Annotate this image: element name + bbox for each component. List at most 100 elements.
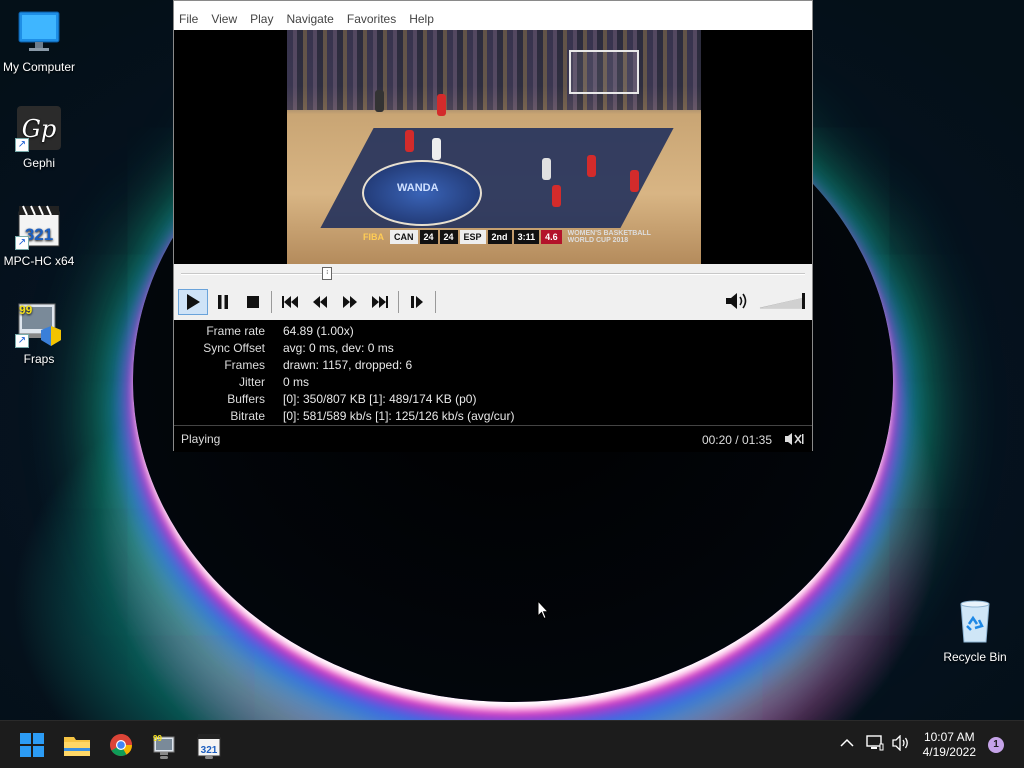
skip-back-button[interactable] — [275, 289, 305, 315]
svg-text:99: 99 — [153, 734, 162, 743]
taskbar-mpc-hc[interactable]: 321 — [193, 729, 225, 761]
stat-value: 64.89 (1.00x) — [283, 324, 354, 338]
menu-file[interactable]: File — [179, 12, 198, 26]
clock-date: 4/19/2022 — [922, 745, 976, 759]
mpc-hc-window: File View Play Navigate Favorites Help W… — [173, 0, 813, 452]
desktop-icon-recycle-bin[interactable]: Recycle Bin — [936, 598, 1014, 664]
status-bar: Playing 00:20 / 01:35 — [174, 425, 812, 452]
desktop-icon-gephi[interactable]: Gp ↗ Gephi — [0, 104, 78, 170]
basket-backboard — [569, 50, 639, 94]
notification-badge[interactable]: 1 — [988, 737, 1004, 753]
pause-button[interactable] — [208, 289, 238, 315]
rewind-button[interactable] — [305, 289, 335, 315]
taskbar: 99 321 10:07 AM 4/19/2022 1 — [0, 720, 1024, 768]
desktop-icon-mpc-hc[interactable]: 321 ↗ MPC-HC x64 — [0, 202, 78, 268]
player-figure — [405, 130, 414, 152]
stat-row-jitter: Jitter 0 ms — [174, 374, 812, 391]
stat-label: Frame rate — [206, 324, 265, 338]
video-area[interactable]: WANDA FIBA CAN 24 24 ESP 2nd 3:11 4.6 WO… — [174, 30, 812, 264]
windows-start-icon — [20, 733, 44, 757]
file-explorer-icon — [64, 737, 90, 756]
mpc-hc-icon: 321 — [197, 734, 221, 757]
toolbar-separator — [271, 291, 272, 313]
playback-time[interactable]: 00:20 / 01:35 — [702, 433, 772, 447]
monitor-icon — [15, 8, 63, 56]
player-figure — [542, 158, 551, 180]
gephi-icon: Gp ↗ — [15, 104, 63, 152]
desktop-icon-label: Fraps — [23, 352, 55, 366]
volume-tray-icon[interactable] — [892, 734, 910, 754]
fraps-icon: 99 — [153, 734, 175, 755]
player-figure — [587, 155, 596, 177]
menu-navigate[interactable]: Navigate — [286, 12, 333, 26]
clock-time: 10:07 AM — [923, 730, 975, 744]
menu-help[interactable]: Help — [409, 12, 434, 26]
court-brand: WANDA — [397, 182, 439, 194]
desktop-icon-label: Gephi — [22, 156, 56, 170]
svg-text:321: 321 — [25, 225, 53, 244]
start-button[interactable] — [16, 729, 48, 761]
scorebug-shot-clock: 4.6 — [541, 230, 562, 244]
taskbar-chrome[interactable] — [105, 729, 137, 761]
toolbar-separator — [398, 291, 399, 313]
stat-label: Buffers — [227, 392, 265, 406]
running-indicator — [205, 756, 213, 759]
scorebug-league: FIBA — [363, 232, 384, 242]
desktop-icon-my-computer[interactable]: My Computer — [0, 8, 78, 74]
stat-value: avg: 0 ms, dev: 0 ms — [283, 341, 394, 355]
seek-handle[interactable]: ⁝ — [322, 267, 333, 280]
seek-bar[interactable]: ⁝ — [174, 264, 812, 284]
seek-track[interactable] — [181, 273, 805, 275]
player-figure — [630, 170, 639, 192]
stat-row-buffers: Buffers [0]: 350/807 KB [1]: 489/174 KB … — [174, 391, 812, 408]
skip-forward-button[interactable] — [365, 289, 395, 315]
taskbar-file-explorer[interactable] — [61, 729, 93, 761]
stat-value: [0]: 350/807 KB [1]: 489/174 KB (p0) — [283, 392, 477, 406]
frame-step-button[interactable] — [402, 289, 432, 315]
fast-forward-button[interactable] — [335, 289, 365, 315]
menu-view[interactable]: View — [211, 12, 237, 26]
play-icon — [187, 294, 200, 310]
referee-figure — [375, 90, 384, 112]
stop-button[interactable] — [238, 289, 268, 315]
rewind-icon — [313, 296, 327, 308]
shortcut-arrow-icon: ↗ — [15, 138, 29, 152]
fraps-icon: 99 ↗ — [15, 300, 63, 348]
stat-label: Jitter — [238, 375, 265, 389]
playback-controls — [174, 284, 812, 320]
menu-play[interactable]: Play — [250, 12, 273, 26]
network-icon[interactable] — [866, 735, 884, 754]
menu-favorites[interactable]: Favorites — [347, 12, 396, 26]
shortcut-arrow-icon: ↗ — [15, 236, 29, 250]
desktop-icon-label: Recycle Bin — [943, 650, 1007, 664]
scorebug-period: 2nd — [487, 230, 512, 244]
stat-row-frame-rate: Frame rate 64.89 (1.00x) — [174, 323, 812, 340]
play-button[interactable] — [178, 289, 208, 315]
scorebug-event-line2: WORLD CUP 2018 — [567, 237, 629, 244]
audio-status-icon — [784, 432, 804, 449]
volume-button[interactable] — [725, 291, 749, 316]
desktop-icon-fraps[interactable]: 99 ↗ Fraps — [0, 300, 78, 366]
svg-text:99: 99 — [19, 303, 33, 317]
scorebug: FIBA CAN 24 24 ESP 2nd 3:11 4.6 WOMEN'S … — [359, 230, 655, 244]
stat-row-sync-offset: Sync Offset avg: 0 ms, dev: 0 ms — [174, 340, 812, 357]
skip-back-icon — [282, 296, 298, 308]
chrome-icon — [110, 734, 132, 756]
player-figure — [432, 138, 441, 160]
pause-icon — [218, 295, 228, 309]
stat-label: Frames — [224, 358, 265, 372]
volume-slider[interactable] — [758, 292, 808, 310]
show-hidden-icons-chevron-icon[interactable] — [840, 735, 854, 751]
stat-row-frames: Frames drawn: 1157, dropped: 6 — [174, 357, 812, 374]
frame-step-icon — [411, 296, 423, 308]
toolbar-separator — [435, 291, 436, 313]
skip-forward-icon — [372, 296, 388, 308]
player-figure — [437, 94, 446, 116]
stat-row-bitrate: Bitrate [0]: 581/589 kb/s [1]: 125/126 k… — [174, 408, 812, 425]
video-frame: WANDA FIBA CAN 24 24 ESP 2nd 3:11 4.6 WO… — [287, 30, 701, 264]
taskbar-fraps[interactable]: 99 — [148, 729, 180, 761]
desktop-icon-label: My Computer — [2, 60, 76, 74]
scorebug-score2: 24 — [439, 230, 458, 244]
taskbar-clock[interactable]: 10:07 AM 4/19/2022 — [923, 730, 976, 760]
scorebug-event: WOMEN'S BASKETBALL WORLD CUP 2018 — [564, 230, 655, 244]
